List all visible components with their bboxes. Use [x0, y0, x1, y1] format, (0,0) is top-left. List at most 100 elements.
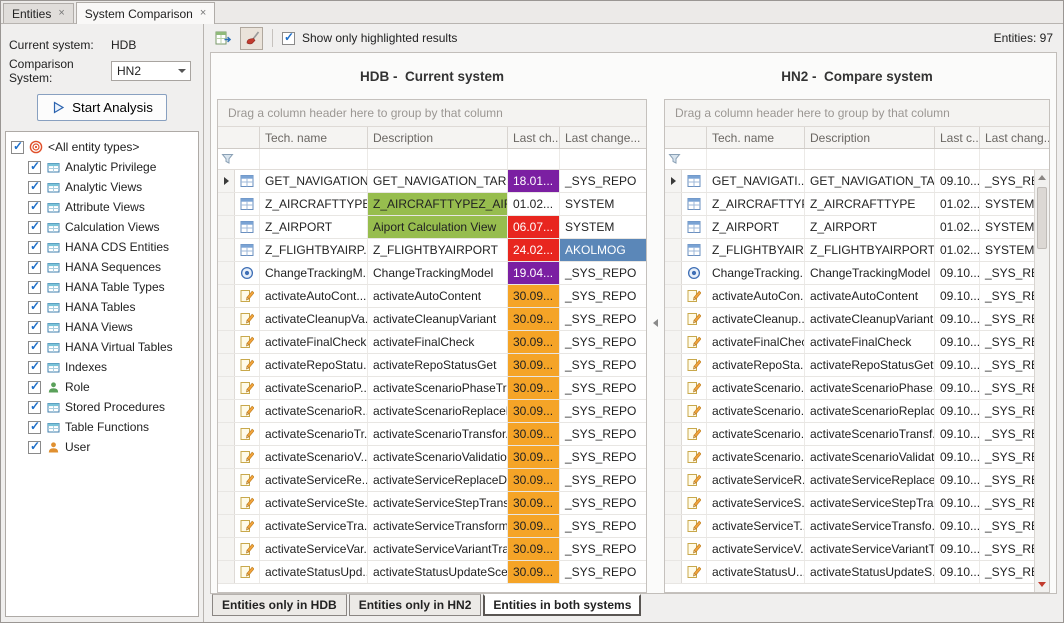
table-row[interactable]: activateScenario...activateScenarioPhase…: [665, 377, 1034, 400]
table-row[interactable]: activateCleanup...activateCleanupVariant…: [665, 308, 1034, 331]
table-row[interactable]: GET_NAVIGATION...GET_NAVIGATION_TARG...1…: [218, 170, 646, 193]
column-header-last-ch[interactable]: Last ch...: [508, 127, 560, 148]
table-row[interactable]: GET_NAVIGATI...GET_NAVIGATION_TA...09.10…: [665, 170, 1034, 193]
all-entity-types-checkbox[interactable]: [11, 141, 24, 154]
collapse-left-icon[interactable]: [653, 319, 658, 327]
table-row[interactable]: Z_AIRPORTZ_AIRPORT01.02...SYSTEM: [665, 216, 1034, 239]
tree-item-table-functions[interactable]: Table Functions: [8, 417, 196, 437]
tree-item-attribute-views[interactable]: Attribute Views: [8, 197, 196, 217]
table-row[interactable]: activateFinalCheckactivateFinalCheck30.0…: [218, 331, 646, 354]
close-tab-icon[interactable]: ×: [200, 8, 206, 19]
scroll-down-button[interactable]: [1035, 577, 1049, 592]
checkbox[interactable]: [28, 201, 41, 214]
table-row[interactable]: activateServiceSte...activateServiceStep…: [218, 492, 646, 515]
checkbox[interactable]: [28, 381, 41, 394]
filter-cell[interactable]: [260, 149, 368, 169]
export-button[interactable]: [212, 27, 235, 50]
tree-item-all-entity-types[interactable]: <All entity types>: [8, 137, 196, 157]
tab-entities[interactable]: Entities×: [3, 3, 74, 23]
column-header-tech-name[interactable]: Tech. name: [707, 127, 805, 148]
column-header-description[interactable]: Description: [368, 127, 508, 148]
column-header-last-change[interactable]: Last change...: [560, 127, 646, 148]
checkbox[interactable]: [28, 221, 41, 234]
tree-item-analytic-views[interactable]: Analytic Views: [8, 177, 196, 197]
table-row[interactable]: Z_FLIGHTBYAIRP...Z_FLIGHTBYAIRPORT24.02.…: [218, 239, 646, 262]
checkbox[interactable]: [28, 401, 41, 414]
show-highlighted-checkbox[interactable]: Show only highlighted results: [282, 31, 457, 45]
filter-cell[interactable]: [560, 149, 646, 169]
table-row[interactable]: activateScenarioP...activateScenarioPhas…: [218, 377, 646, 400]
checkbox[interactable]: [28, 441, 41, 454]
group-by-band[interactable]: Drag a column header here to group by th…: [665, 100, 1049, 127]
checkbox[interactable]: [28, 341, 41, 354]
close-tab-icon[interactable]: ×: [58, 8, 64, 19]
bottom-tab-entities-in-both-systems[interactable]: Entities in both systems: [483, 594, 641, 616]
scrollbar-track[interactable]: [1035, 185, 1049, 577]
tab-system-comparison[interactable]: System Comparison×: [76, 2, 215, 24]
vertical-scrollbar[interactable]: [1034, 170, 1049, 592]
tree-item-calculation-views[interactable]: Calculation Views: [8, 217, 196, 237]
table-row[interactable]: Z_AIRCRAFTTYPEZ_AIRCRAFTTYPE01.02...SYST…: [665, 193, 1034, 216]
checkbox[interactable]: [28, 261, 41, 274]
tree-item-analytic-privilege[interactable]: Analytic Privilege: [8, 157, 196, 177]
table-row[interactable]: activateRepoStatu...activateRepoStatusGe…: [218, 354, 646, 377]
table-row[interactable]: activateAutoCon...activateAutoContent09.…: [665, 285, 1034, 308]
table-row[interactable]: activateServiceRe...activateServiceRepla…: [218, 469, 646, 492]
checkbox[interactable]: [28, 361, 41, 374]
filter-funnel-icon[interactable]: [665, 149, 707, 169]
table-row[interactable]: activateServiceS...activateServiceStepTr…: [665, 492, 1034, 515]
filter-cell[interactable]: [368, 149, 508, 169]
checkbox[interactable]: [28, 301, 41, 314]
filter-cell[interactable]: [707, 149, 805, 169]
table-row[interactable]: activateScenario...activateScenarioValid…: [665, 446, 1034, 469]
checkbox[interactable]: [28, 281, 41, 294]
tree-item-hana-table-types[interactable]: HANA Table Types: [8, 277, 196, 297]
scrollbar-thumb[interactable]: [1037, 187, 1047, 249]
table-row[interactable]: activateServiceVar...activateServiceVari…: [218, 538, 646, 561]
start-analysis-button[interactable]: Start Analysis: [37, 94, 167, 121]
bottom-tab-entities-only-in-hn2[interactable]: Entities only in HN2: [349, 594, 482, 616]
table-row[interactable]: activateScenario...activateScenarioTrans…: [665, 423, 1034, 446]
panel-splitter[interactable]: [651, 53, 660, 593]
table-row[interactable]: activateStatusU...activateStatusUpdateS.…: [665, 561, 1034, 584]
highlight-brush-button[interactable]: [240, 27, 263, 50]
table-row[interactable]: activateFinalCheckactivateFinalCheck09.1…: [665, 331, 1034, 354]
table-row[interactable]: activateScenarioR...activateScenarioRepl…: [218, 400, 646, 423]
table-row[interactable]: activateScenarioV...activateScenarioVali…: [218, 446, 646, 469]
table-row[interactable]: Z_FLIGHTBYAIR...Z_FLIGHTBYAIRPORT01.02..…: [665, 239, 1034, 262]
group-by-band[interactable]: Drag a column header here to group by th…: [218, 100, 646, 127]
column-header-tech-name[interactable]: Tech. name: [260, 127, 368, 148]
tree-item-stored-procedures[interactable]: Stored Procedures: [8, 397, 196, 417]
table-row[interactable]: activateScenario...activateScenarioRepla…: [665, 400, 1034, 423]
filter-cell[interactable]: [508, 149, 560, 169]
filter-cell[interactable]: [935, 149, 980, 169]
table-row[interactable]: activateCleanupVa...activateCleanupVaria…: [218, 308, 646, 331]
table-row[interactable]: activateRepoSta...activateRepoStatusGet0…: [665, 354, 1034, 377]
table-row[interactable]: activateServiceTra...activateServiceTran…: [218, 515, 646, 538]
checkbox[interactable]: [282, 32, 295, 45]
checkbox[interactable]: [28, 181, 41, 194]
column-header-last-chang[interactable]: Last chang...: [980, 127, 1049, 148]
tree-item-hana-tables[interactable]: HANA Tables: [8, 297, 196, 317]
table-row[interactable]: activateStatusUpd...activateStatusUpdate…: [218, 561, 646, 584]
table-row[interactable]: activateServiceV...activateServiceVarian…: [665, 538, 1034, 561]
tree-item-hana-virtual-tables[interactable]: HANA Virtual Tables: [8, 337, 196, 357]
tree-item-indexes[interactable]: Indexes: [8, 357, 196, 377]
bottom-tab-entities-only-in-hdb[interactable]: Entities only in HDB: [212, 594, 347, 616]
checkbox[interactable]: [28, 241, 41, 254]
filter-funnel-icon[interactable]: [218, 149, 260, 169]
table-row[interactable]: ChangeTrackingM...ChangeTrackingModel19.…: [218, 262, 646, 285]
tree-item-user[interactable]: User: [8, 437, 196, 457]
table-row[interactable]: Z_AIRCRAFTTYPEZ_AIRCRAFTTYPEZ_AIR...01.0…: [218, 193, 646, 216]
tree-item-hana-views[interactable]: HANA Views: [8, 317, 196, 337]
tree-item-role[interactable]: Role: [8, 377, 196, 397]
table-row[interactable]: activateScenarioTr...activateScenarioTra…: [218, 423, 646, 446]
comparison-system-select[interactable]: HN2: [111, 61, 191, 81]
filter-cell[interactable]: [980, 149, 1049, 169]
table-row[interactable]: activateAutoCont...activateAutoContent30…: [218, 285, 646, 308]
table-row[interactable]: Z_AIRPORTAiport Calculation View06.07...…: [218, 216, 646, 239]
tree-item-hana-cds-entities[interactable]: HANA CDS Entities: [8, 237, 196, 257]
table-row[interactable]: ChangeTracking...ChangeTrackingModel09.1…: [665, 262, 1034, 285]
tree-item-hana-sequences[interactable]: HANA Sequences: [8, 257, 196, 277]
column-header-last-c[interactable]: Last c...: [935, 127, 980, 148]
